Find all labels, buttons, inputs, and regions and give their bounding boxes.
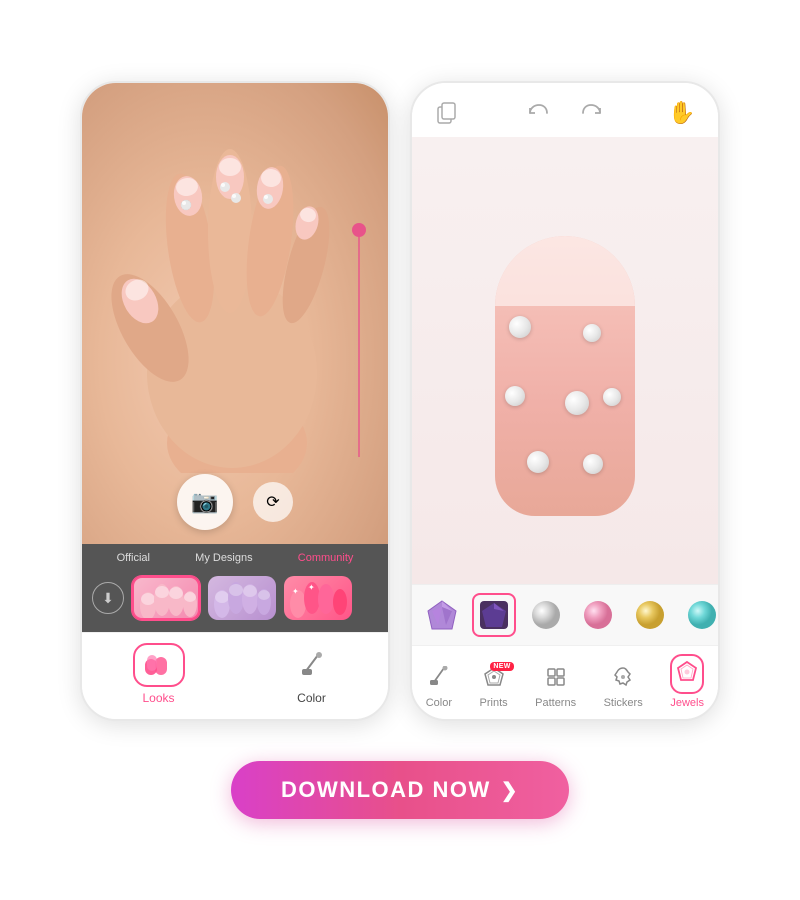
svg-text:✦: ✦ xyxy=(308,583,315,592)
pearl-6[interactable] xyxy=(527,451,549,473)
camera-rotate-button[interactable]: ⟳ xyxy=(253,482,293,522)
nail-body xyxy=(495,236,635,516)
svg-text:✦: ✦ xyxy=(292,587,299,596)
download-now-button[interactable]: DOWNLOAD NOW ❯ xyxy=(231,761,569,819)
design-thumb-3[interactable]: ✦ ✦ xyxy=(284,576,352,620)
download-label: DOWNLOAD NOW xyxy=(281,777,491,803)
stickers-nav-label: Stickers xyxy=(604,697,643,709)
rnav-jewels[interactable]: Jewels xyxy=(670,654,704,709)
phone-right: ✋ xyxy=(410,81,720,721)
gem-pink-pearl[interactable] xyxy=(576,593,620,637)
color-nav-label: Color xyxy=(426,697,452,709)
design-thumb-1[interactable] xyxy=(132,576,200,620)
right-toolbar: ✋ xyxy=(412,83,718,137)
tab-official[interactable]: Official xyxy=(117,552,150,564)
new-badge-prints: NEW xyxy=(490,662,513,671)
download-designs-button[interactable]: ⬇ xyxy=(92,582,124,614)
left-bottom-nav: Looks Color xyxy=(82,632,388,719)
tab-community[interactable]: Community xyxy=(298,552,354,564)
pearl-7[interactable] xyxy=(583,454,603,474)
prints-nav-label: Prints xyxy=(480,697,508,709)
camera-buttons: 📷 ⟳ xyxy=(177,474,293,530)
nav-color[interactable]: Color xyxy=(286,643,338,705)
pearl-3[interactable] xyxy=(505,386,525,406)
color-icon-box xyxy=(286,643,338,687)
pearl-1[interactable] xyxy=(509,316,531,338)
color-nav-icon xyxy=(428,666,450,694)
pearl-4[interactable] xyxy=(565,391,589,415)
left-camera-view: 📷 ⟳ xyxy=(82,83,388,544)
hand-mode-button[interactable]: ✋ xyxy=(666,97,698,129)
tab-my-designs[interactable]: My Designs xyxy=(195,552,252,564)
hand-svg xyxy=(82,83,388,473)
rnav-color[interactable]: Color xyxy=(426,666,452,709)
jewels-nav-icon xyxy=(670,654,704,694)
nail-preview xyxy=(485,206,645,516)
design-thumb-2[interactable] xyxy=(208,576,276,620)
phones-container: 📷 ⟳ Official My Designs Community ⬇ xyxy=(80,81,720,721)
nail-tip xyxy=(495,236,635,306)
stickers-nav-icon xyxy=(612,666,634,694)
pearl-2[interactable] xyxy=(583,324,601,342)
right-bottom-nav: Color NEW Prints xyxy=(412,645,718,719)
undo-button[interactable] xyxy=(521,97,553,129)
pearl-5[interactable] xyxy=(603,388,621,406)
copy-button[interactable] xyxy=(432,97,464,129)
gem-purple[interactable] xyxy=(420,593,464,637)
gem-dark-selected[interactable] xyxy=(472,593,516,637)
patterns-nav-label: Patterns xyxy=(535,697,576,709)
slider-dot[interactable] xyxy=(352,223,366,237)
rnav-prints[interactable]: NEW Prints xyxy=(480,666,508,709)
patterns-nav-icon xyxy=(545,666,567,694)
redo-button[interactable] xyxy=(577,97,609,129)
looks-icon-box xyxy=(133,643,185,687)
slider-line xyxy=(358,237,360,457)
gem-silver-pearl[interactable] xyxy=(524,593,568,637)
jewels-nav-label: Jewels xyxy=(670,697,704,709)
rnav-stickers[interactable]: Stickers xyxy=(604,666,643,709)
rnav-patterns[interactable]: Patterns xyxy=(535,666,576,709)
designs-row: ⬇ xyxy=(82,570,388,628)
design-tabs-bar: Official My Designs Community ⬇ xyxy=(82,544,388,632)
color-label: Color xyxy=(297,691,326,705)
gem-gold-pearl[interactable] xyxy=(628,593,672,637)
looks-label: Looks xyxy=(142,691,174,705)
nav-looks[interactable]: Looks xyxy=(133,643,185,705)
phone-left: 📷 ⟳ Official My Designs Community ⬇ xyxy=(80,81,390,721)
nail-view-area xyxy=(412,137,718,584)
download-arrow: ❯ xyxy=(501,778,519,803)
gems-row xyxy=(412,584,718,645)
gem-teal[interactable] xyxy=(680,593,718,637)
camera-capture-button[interactable]: 📷 xyxy=(177,474,233,530)
tab-labels-row: Official My Designs Community xyxy=(82,552,388,570)
